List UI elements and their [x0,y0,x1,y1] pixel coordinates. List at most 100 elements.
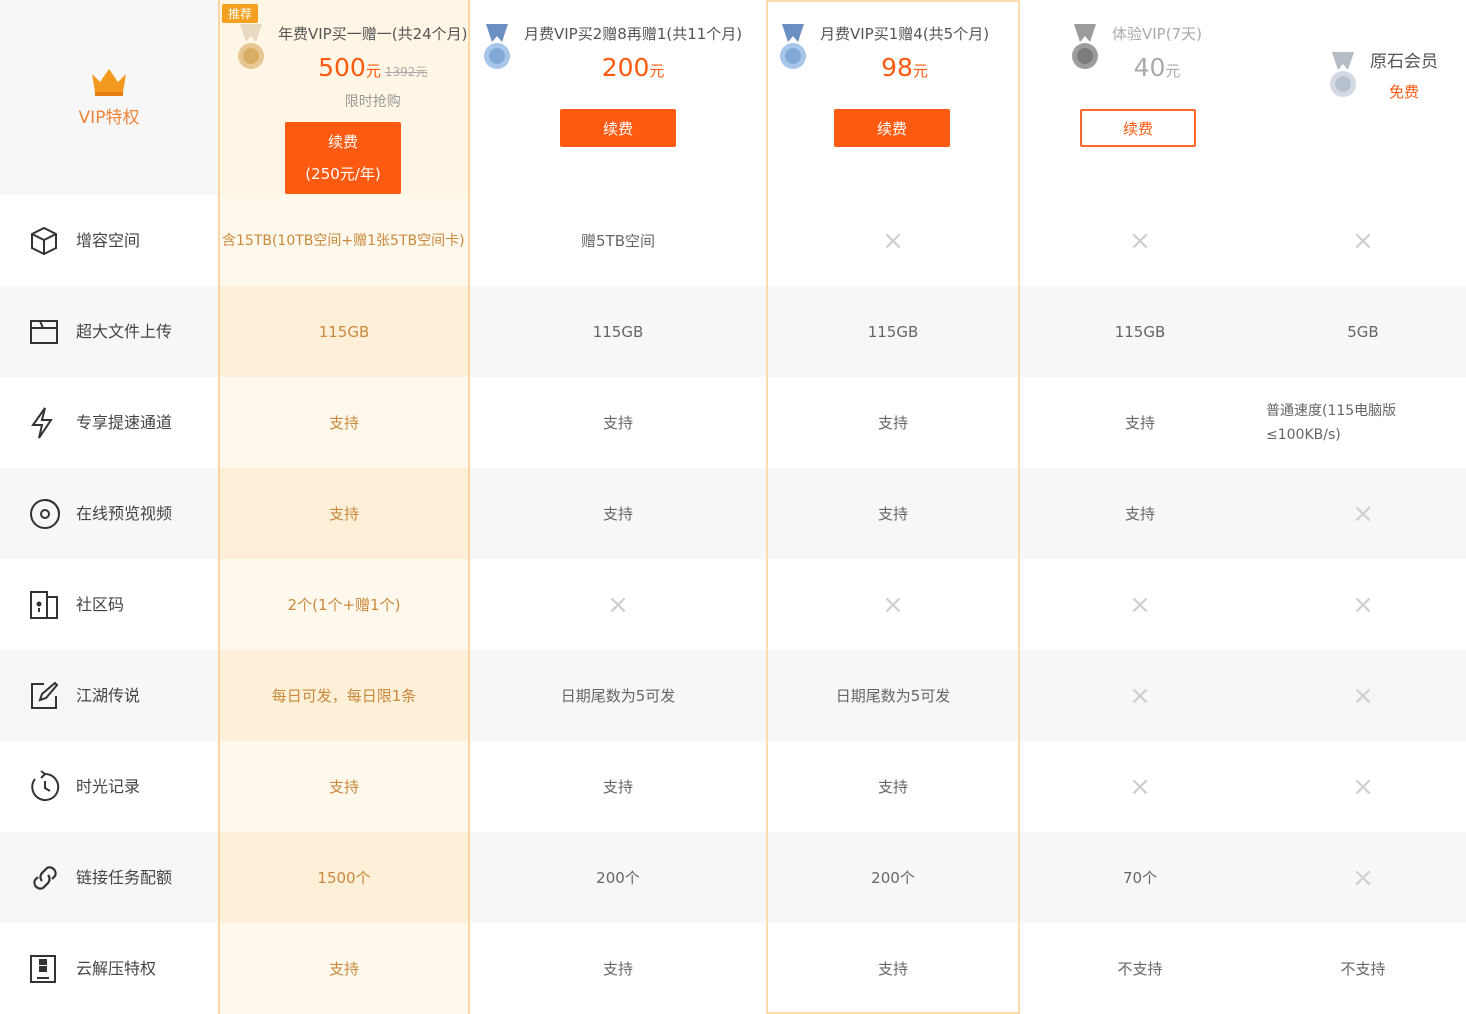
plan-monthly-5: 月费VIP买1赠4(共5个月) 98元 续费 [766,0,1020,195]
blue-medal-icon [780,24,806,69]
plan-trial: 体验VIP(7天) 40元 续费 [1020,0,1260,195]
value-cell: 日期尾数为5可发 [470,650,766,741]
plan-monthly-11: 月费VIP买2赠8再赠1(共11个月) 200元 续费 [470,0,766,195]
value-cell: × [1020,650,1260,741]
plan-name: 体验VIP(7天) [1112,25,1202,43]
vip-header-cell: VIP特权 [0,0,218,195]
value-cell: 不支持 [1117,959,1163,978]
feature-label: 云解压特权 [76,958,157,978]
plan-price: 98元 [881,53,928,82]
feature-label: 增容空间 [76,230,141,250]
vip-privilege-label: VIP特权 [78,107,140,128]
feature-label: 专享提速通道 [76,412,173,432]
feature-row-storage: 增容空间 [0,195,218,286]
value-cell: × [1129,771,1151,802]
value-cell: 支持 [602,413,633,432]
plan-price: 200元 [601,53,665,82]
value-cell: 115GB [470,286,766,377]
renew-monthly-5-button[interactable]: 续费 [834,109,950,147]
silver-medal-icon [1330,52,1356,97]
feature-row-upload: 超大文件上传 [0,286,218,377]
value-cell: 支持 [877,777,908,796]
value-cell: 5GB [1260,286,1466,377]
value-cell: 赠5TB空间 [581,231,655,250]
value-cell: 支持 [1020,468,1260,559]
value-cell: 不支持 [1340,959,1386,978]
value-cell: 支持 [766,468,1020,559]
crown-icon [92,68,126,96]
cube-icon [31,226,57,255]
clock-rewind-icon [31,769,60,801]
value-cell: × [1352,589,1374,620]
feature-row-community: 社区码 [0,559,218,650]
promo-text: 限时抢购 [344,94,401,110]
value-cell: 支持 [877,413,908,432]
value-cell: × [1260,468,1466,559]
value-cell: × [1352,771,1374,802]
value-cell: 支持 [218,468,470,559]
value-cell: × [1260,650,1466,741]
feature-row-timeline: 时光记录 [0,741,218,832]
value-cell: 日期尾数为5可发 [766,650,1020,741]
value-cell: 普通速度(115电脑版≤100KB/s) [1266,402,1397,443]
plan-price: 500元 1392元 [318,53,428,82]
lightning-icon [31,406,53,439]
value-cell: 支持 [218,377,470,468]
renew-annual-button[interactable]: 续费 (250元/年) [285,122,401,194]
archive-icon [30,954,56,983]
value-cell: × [607,589,629,620]
value-cell: 115GB [1020,286,1260,377]
value-cell: 支持 [470,468,766,559]
feature-label: 链接任务配额 [76,867,173,887]
renew-monthly-11-button[interactable]: 续费 [560,109,676,147]
value-cell: × [882,225,904,256]
value-cell: 200个 [470,832,766,923]
recommend-badge: 推荐 [222,4,259,23]
original-price: 1392元 [384,65,428,79]
value-cell: 2个(1个+赠1个) [218,559,470,650]
feature-label: 在线预览视频 [76,503,173,523]
plan-name: 原石会员 [1370,52,1438,72]
value-cell: 115GB [218,286,470,377]
value-cell: 70个 [1020,832,1260,923]
feature-row-link-tasks: 链接任务配额 [0,832,218,923]
feature-row-speed: 专享提速通道 [0,377,218,468]
feature-row-legend: 江湖传说 [0,650,218,741]
value-cell: 200个 [766,832,1020,923]
value-cell: 含15TB(10TB空间+赠1张5TB空间卡) [218,195,470,286]
gold-medal-icon [238,24,264,69]
value-cell: × [1129,589,1151,620]
value-cell: 支持 [877,959,908,978]
feature-label: 江湖传说 [76,685,141,705]
folder-upload-icon [30,319,58,344]
value-cell: 支持 [218,741,470,832]
value-cell: 115GB [766,286,1020,377]
plan-name: 月费VIP买1赠4(共5个月) [820,25,990,43]
value-cell: 支持 [218,923,470,1014]
feature-label: 超大文件上传 [76,321,173,341]
feature-row-unzip: 云解压特权 [0,923,218,1014]
free-price: 免费 [1388,83,1419,101]
value-cell: × [1352,225,1374,256]
plan-free: 原石会员 免费 [1260,0,1466,195]
value-cell: 支持 [602,777,633,796]
plan-annual: 年费VIP买一赠一(共24个月) 500元 1392元 限时抢购 续费 (250元/… [218,0,470,195]
value-cell: 每日可发，每日限1条 [218,650,470,741]
community-door-icon [30,590,58,619]
value-cell: × [1129,225,1151,256]
edit-icon [31,681,59,709]
value-cell: 支持 [1124,413,1155,432]
plan-name: 年费VIP买一赠一(共24个月) [278,25,468,43]
disc-play-icon [30,498,60,529]
gray-medal-icon [1072,24,1098,69]
feature-label: 社区码 [76,594,125,614]
renew-trial-button[interactable]: 续费 [1080,109,1196,147]
value-cell: × [1260,832,1466,923]
value-cell: 支持 [602,959,633,978]
plan-name: 月费VIP买2赠8再赠1(共11个月) [524,25,743,43]
vip-comparison-table: VIP特权 年费VIP买一赠一(共24个月) 500元 1392元 限时抢购 续费… [0,0,1466,1014]
plan-price: 40元 [1133,53,1181,82]
feature-row-video: 在线预览视频 [0,468,218,559]
feature-label: 时光记录 [76,776,141,796]
blue-medal-icon [484,24,510,69]
